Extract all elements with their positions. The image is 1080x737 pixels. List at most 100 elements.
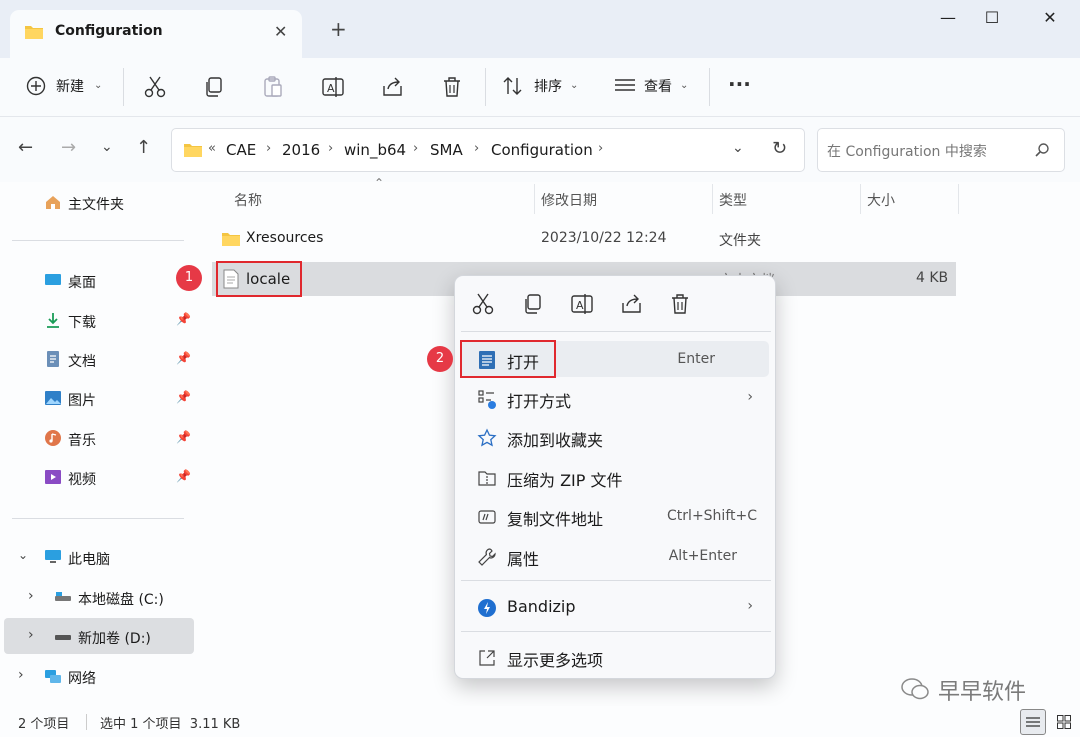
- recent-chevron-icon[interactable]: ⌄: [101, 139, 113, 155]
- tab-close-icon[interactable]: ✕: [274, 22, 287, 41]
- menu-item-copy-path[interactable]: 复制文件地址 Ctrl+Shift+C: [461, 498, 769, 534]
- menu-item-open[interactable]: 打开 Enter: [460, 340, 769, 378]
- pin-icon[interactable]: 📌: [176, 312, 191, 326]
- search-icon[interactable]: [1034, 142, 1050, 158]
- column-header-name[interactable]: 名称: [234, 190, 262, 210]
- more-button[interactable]: ···: [728, 72, 751, 96]
- cut-icon[interactable]: [141, 73, 169, 101]
- address-bar[interactable]: « CAE › 2016 › win_b64 › SMA › Configura…: [171, 128, 805, 172]
- sidebar-item-home[interactable]: 主文件夹: [0, 184, 198, 220]
- column-header-size[interactable]: 大小: [867, 190, 895, 210]
- breadcrumb-configuration[interactable]: Configuration: [491, 141, 593, 159]
- menu-item-bandizip[interactable]: Bandizip ›: [461, 589, 769, 625]
- tiles-view-button[interactable]: [1052, 710, 1076, 734]
- details-view-button[interactable]: [1020, 709, 1046, 735]
- sidebar-item-music[interactable]: 音乐 📌: [0, 420, 198, 456]
- expand-chevron-icon[interactable]: ›: [28, 627, 34, 643]
- up-arrow-icon[interactable]: ↑: [136, 137, 151, 158]
- breadcrumb-chevron-icon[interactable]: ›: [413, 141, 418, 156]
- sort-icon: [503, 77, 522, 95]
- rename-icon[interactable]: A: [319, 73, 347, 101]
- download-icon: [47, 313, 59, 328]
- breadcrumb-chevron-icon[interactable]: ›: [328, 141, 333, 156]
- copy-icon[interactable]: [200, 73, 228, 101]
- table-row[interactable]: Xresources 2023/10/22 12:24 文件夹: [212, 222, 956, 256]
- menu-item-label: 添加到收藏夹: [507, 431, 604, 450]
- delete-icon[interactable]: [438, 73, 466, 101]
- menu-item-open-with[interactable]: 打开方式 ›: [461, 380, 769, 416]
- close-window-button[interactable]: ✕: [1030, 8, 1070, 32]
- sidebar-item-documents[interactable]: 文档 📌: [0, 341, 198, 377]
- new-tab-button[interactable]: +: [330, 17, 347, 41]
- column-divider[interactable]: [712, 184, 713, 214]
- expand-chevron-icon[interactable]: ⌄: [18, 548, 28, 562]
- sidebar-item-network[interactable]: › 网络: [0, 658, 198, 694]
- svg-text:A: A: [327, 82, 335, 95]
- breadcrumb-2016[interactable]: 2016: [282, 141, 320, 159]
- new-button[interactable]: 新建 ⌄: [22, 72, 108, 102]
- file-date: 2023/10/22 12:24: [541, 230, 667, 246]
- breadcrumb-chevron-icon[interactable]: ›: [266, 141, 271, 156]
- sidebar-item-pictures[interactable]: 图片 📌: [0, 380, 198, 416]
- step-badge-2: 2: [427, 346, 453, 372]
- tab-configuration[interactable]: Configuration ✕: [10, 10, 302, 58]
- breadcrumb-chevron-icon[interactable]: ›: [598, 141, 603, 156]
- menu-item-label: 显示更多选项: [507, 651, 604, 670]
- copy-icon[interactable]: [519, 290, 547, 318]
- search-box[interactable]: 在 Configuration 中搜索: [817, 128, 1065, 172]
- minimize-button[interactable]: —: [928, 8, 968, 32]
- cut-icon[interactable]: [469, 290, 497, 318]
- title-bar: Configuration ✕ + — ☐ ✕: [0, 0, 1080, 58]
- address-history-chevron-icon[interactable]: ⌄: [732, 140, 744, 156]
- column-divider[interactable]: [860, 184, 861, 214]
- search-input[interactable]: 在 Configuration 中搜索: [827, 141, 987, 161]
- breadcrumb-win-b64[interactable]: win_b64: [344, 141, 406, 159]
- view-button[interactable]: 查看 ⌄: [612, 72, 694, 102]
- sidebar-item-drive-d[interactable]: › 新加卷 (D:): [4, 618, 194, 654]
- column-header-date[interactable]: 修改日期: [541, 190, 597, 210]
- rename-icon[interactable]: A: [568, 290, 596, 318]
- pin-icon[interactable]: 📌: [176, 430, 191, 444]
- menu-item-label: 打开方式: [507, 392, 572, 411]
- share-icon[interactable]: [618, 290, 646, 318]
- menu-divider: [461, 331, 771, 332]
- back-arrow-icon[interactable]: ←: [18, 137, 33, 158]
- menu-item-add-favorites[interactable]: 添加到收藏夹: [461, 419, 769, 455]
- sidebar-item-desktop[interactable]: 桌面: [0, 262, 198, 298]
- sidebar-item-videos[interactable]: 视频 📌: [0, 459, 198, 495]
- share-icon[interactable]: [379, 73, 407, 101]
- menu-item-properties[interactable]: 属性 Alt+Enter: [461, 538, 769, 574]
- column-divider[interactable]: [534, 184, 535, 214]
- column-divider[interactable]: [958, 184, 959, 214]
- breadcrumb-overflow[interactable]: «: [208, 141, 216, 156]
- breadcrumb-chevron-icon[interactable]: ›: [474, 141, 479, 156]
- maximize-button[interactable]: ☐: [972, 8, 1012, 32]
- expand-chevron-icon[interactable]: ›: [18, 667, 24, 683]
- folder-icon: [25, 26, 43, 39]
- refresh-icon[interactable]: ↻: [772, 138, 787, 159]
- forward-arrow-icon[interactable]: →: [61, 137, 76, 158]
- expand-chevron-icon[interactable]: ›: [28, 588, 34, 604]
- menu-item-show-more[interactable]: 显示更多选项: [461, 639, 769, 675]
- paste-icon[interactable]: [259, 73, 287, 101]
- desktop-icon: [45, 274, 61, 285]
- breadcrumb-sma[interactable]: SMA: [430, 141, 463, 159]
- sidebar-item-drive-c[interactable]: › 本地磁盘 (C:): [0, 579, 198, 615]
- menu-item-label: 打开: [507, 353, 540, 372]
- delete-icon[interactable]: [666, 290, 694, 318]
- sort-button[interactable]: 排序 ⌄: [500, 72, 586, 102]
- menu-divider: [461, 631, 771, 632]
- tiles-view-icon: [1057, 715, 1071, 729]
- pin-icon[interactable]: 📌: [176, 390, 191, 404]
- computer-icon: [45, 550, 61, 563]
- pin-icon[interactable]: 📌: [176, 469, 191, 483]
- file-type: 文件夹: [719, 233, 761, 249]
- menu-item-compress-zip[interactable]: 压缩为 ZIP 文件: [461, 459, 769, 495]
- pin-icon[interactable]: 📌: [176, 351, 191, 365]
- sidebar-item-this-pc[interactable]: ⌄ 此电脑: [0, 539, 198, 575]
- column-header-type[interactable]: 类型: [719, 190, 747, 210]
- menu-item-shortcut: Ctrl+Shift+C: [667, 508, 757, 524]
- breadcrumb-cae[interactable]: CAE: [226, 141, 256, 159]
- menu-item-label: 属性: [507, 550, 540, 569]
- sidebar-item-downloads[interactable]: 下载 📌: [0, 302, 198, 338]
